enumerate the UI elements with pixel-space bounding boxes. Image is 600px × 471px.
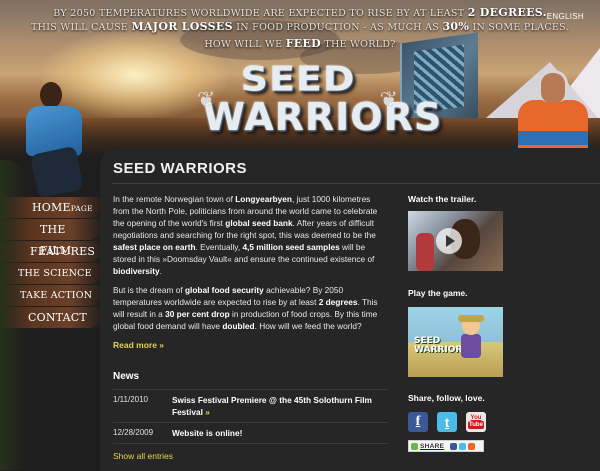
news-list: 1/11/2010 Swiss Festival Premiere @ the … — [113, 389, 388, 444]
nav-item-film[interactable]: The FILM — [0, 219, 100, 257]
trailer-video-thumbnail[interactable] — [408, 211, 503, 271]
news-link[interactable]: Website is online! — [172, 427, 388, 439]
tagline-emphasis: 2 degrees. — [467, 6, 547, 19]
logo-line-2: WARRIORS — [203, 95, 443, 139]
news-item[interactable]: 1/11/2010 Swiss Festival Premiere @ the … — [113, 389, 388, 422]
game-character — [458, 315, 484, 365]
swirl-ornament-icon: ❦ — [379, 88, 399, 113]
nav-item-contact[interactable]: CONTACT — [0, 307, 100, 328]
tagline-emphasis: 30% — [442, 20, 470, 33]
social-heading: Share, follow, love. — [408, 393, 485, 403]
game-heading: Play the game. — [408, 288, 468, 298]
nav-item-features[interactable]: FEATURES — [0, 241, 100, 262]
header-tagline: By 2050 temperatures worldwide are expec… — [0, 6, 600, 51]
trailer-heading: Watch the trailer. — [408, 194, 477, 204]
nav-item-home[interactable]: HOMEpage — [0, 197, 100, 218]
play-icon[interactable] — [436, 228, 462, 254]
site-logo[interactable]: SEED WARRIORS ❦ ❦ — [197, 59, 443, 139]
email-mini-icon — [468, 442, 476, 450]
share-button[interactable]: SHARE — [408, 440, 484, 452]
more-arrow-icon: » — [205, 407, 210, 417]
main-navigation: HOMEpage The FILM FEATURES The SCIENCE T… — [0, 196, 100, 328]
intro-paragraph-2: But is the dream of global food security… — [113, 285, 378, 331]
tagline-emphasis: feed — [285, 37, 322, 50]
tagline-text: By 2050 temperatures worldwide are expec… — [53, 8, 465, 19]
tagline-text: in some places. — [472, 22, 569, 33]
tagline-emphasis: major losses — [131, 20, 233, 33]
twitter-icon[interactable]: t — [437, 412, 457, 432]
social-links: f t You Tube — [408, 412, 486, 432]
news-heading: News — [113, 371, 140, 382]
logo-line-1: SEED — [240, 59, 356, 99]
page-title: SEED WARRIORS — [113, 160, 248, 177]
swirl-ornament-icon: ❦ — [197, 88, 217, 113]
tagline-text: in food production - as much as — [236, 22, 440, 33]
twitter-mini-icon — [459, 442, 467, 450]
tagline-text: This will cause — [31, 22, 129, 33]
intro-article: In the remote Norwegian town of Longyear… — [113, 193, 388, 351]
show-all-entries-link[interactable]: Show all entries — [113, 451, 173, 461]
tagline-text: the world? — [324, 39, 396, 50]
youtube-icon[interactable]: You Tube — [466, 412, 486, 432]
language-switch-link[interactable]: ENGLISH — [547, 12, 584, 21]
nav-item-science[interactable]: The SCIENCE — [0, 263, 100, 284]
tagline-text: How will we — [204, 39, 283, 50]
read-more-link[interactable]: Read more » — [113, 340, 164, 350]
share-plus-icon — [411, 442, 418, 450]
facebook-icon[interactable]: f — [408, 412, 428, 432]
game-thumbnail[interactable]: SEED WARRIORS — [408, 307, 503, 377]
news-item[interactable]: 12/28/2009 Website is online! — [113, 422, 388, 443]
news-link[interactable]: Swiss Festival Premiere @ the 45th Solot… — [172, 394, 388, 418]
nav-item-take-action[interactable]: TAKE ACTION — [0, 285, 100, 306]
title-divider — [112, 183, 600, 184]
facebook-mini-icon — [450, 442, 458, 450]
news-date: 1/11/2010 — [113, 395, 148, 404]
news-date: 12/28/2009 — [113, 428, 154, 437]
intro-paragraph-1: In the remote Norwegian town of Longyear… — [113, 194, 378, 276]
